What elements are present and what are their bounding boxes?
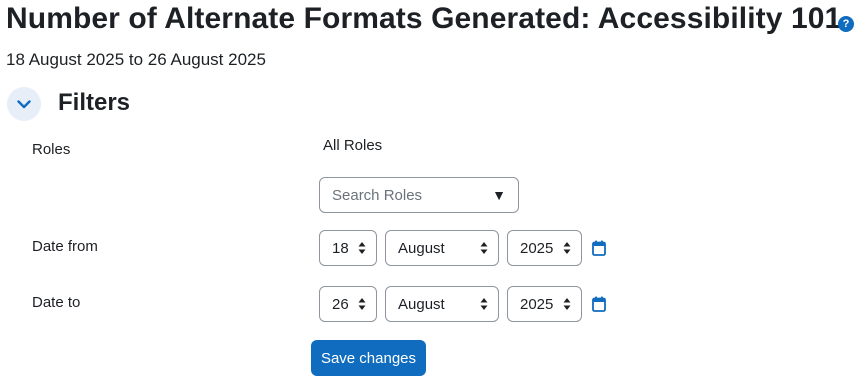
date-from-month-select[interactable]: August xyxy=(385,230,499,266)
dropdown-caret-icon: ▼ xyxy=(492,187,506,203)
date-to-year-select[interactable]: 2025 xyxy=(507,286,582,322)
roles-search-select[interactable]: Search Roles ▼ xyxy=(319,177,519,213)
date-to-day-value: 26 xyxy=(332,295,349,313)
updown-arrows-icon xyxy=(358,298,366,310)
date-from-year-value: 2025 xyxy=(520,239,554,257)
help-icon[interactable]: ? xyxy=(838,16,854,32)
updown-arrows-icon xyxy=(563,298,571,310)
date-to-month-value: August xyxy=(398,295,445,313)
calendar-icon[interactable] xyxy=(592,296,606,312)
updown-arrows-icon xyxy=(358,242,366,254)
roles-search-placeholder: Search Roles xyxy=(332,186,423,204)
updown-arrows-icon xyxy=(563,242,571,254)
date-from-day-value: 18 xyxy=(332,239,349,257)
date-to-year-value: 2025 xyxy=(520,295,554,313)
date-from-month-value: August xyxy=(398,239,445,257)
date-to-month-select[interactable]: August xyxy=(385,286,499,322)
roles-selected-value: All Roles xyxy=(323,137,383,154)
save-changes-button[interactable]: Save changes xyxy=(311,340,426,376)
calendar-icon[interactable] xyxy=(592,240,606,256)
filters-collapse-toggle[interactable] xyxy=(7,87,41,121)
chevron-down-icon xyxy=(17,99,31,108)
date-from-day-select[interactable]: 18 xyxy=(319,230,377,266)
report-date-range: 18 August 2025 to 26 August 2025 xyxy=(6,50,266,69)
updown-arrows-icon xyxy=(480,298,488,310)
page-title: Number of Alternate Formats Generated: A… xyxy=(6,2,842,35)
filters-heading: Filters xyxy=(58,89,131,116)
date-to-day-select[interactable]: 26 xyxy=(319,286,377,322)
date-to-label: Date to xyxy=(32,294,81,311)
date-from-year-select[interactable]: 2025 xyxy=(507,230,582,266)
roles-label: Roles xyxy=(32,141,71,158)
updown-arrows-icon xyxy=(480,242,488,254)
date-from-label: Date from xyxy=(32,238,98,255)
